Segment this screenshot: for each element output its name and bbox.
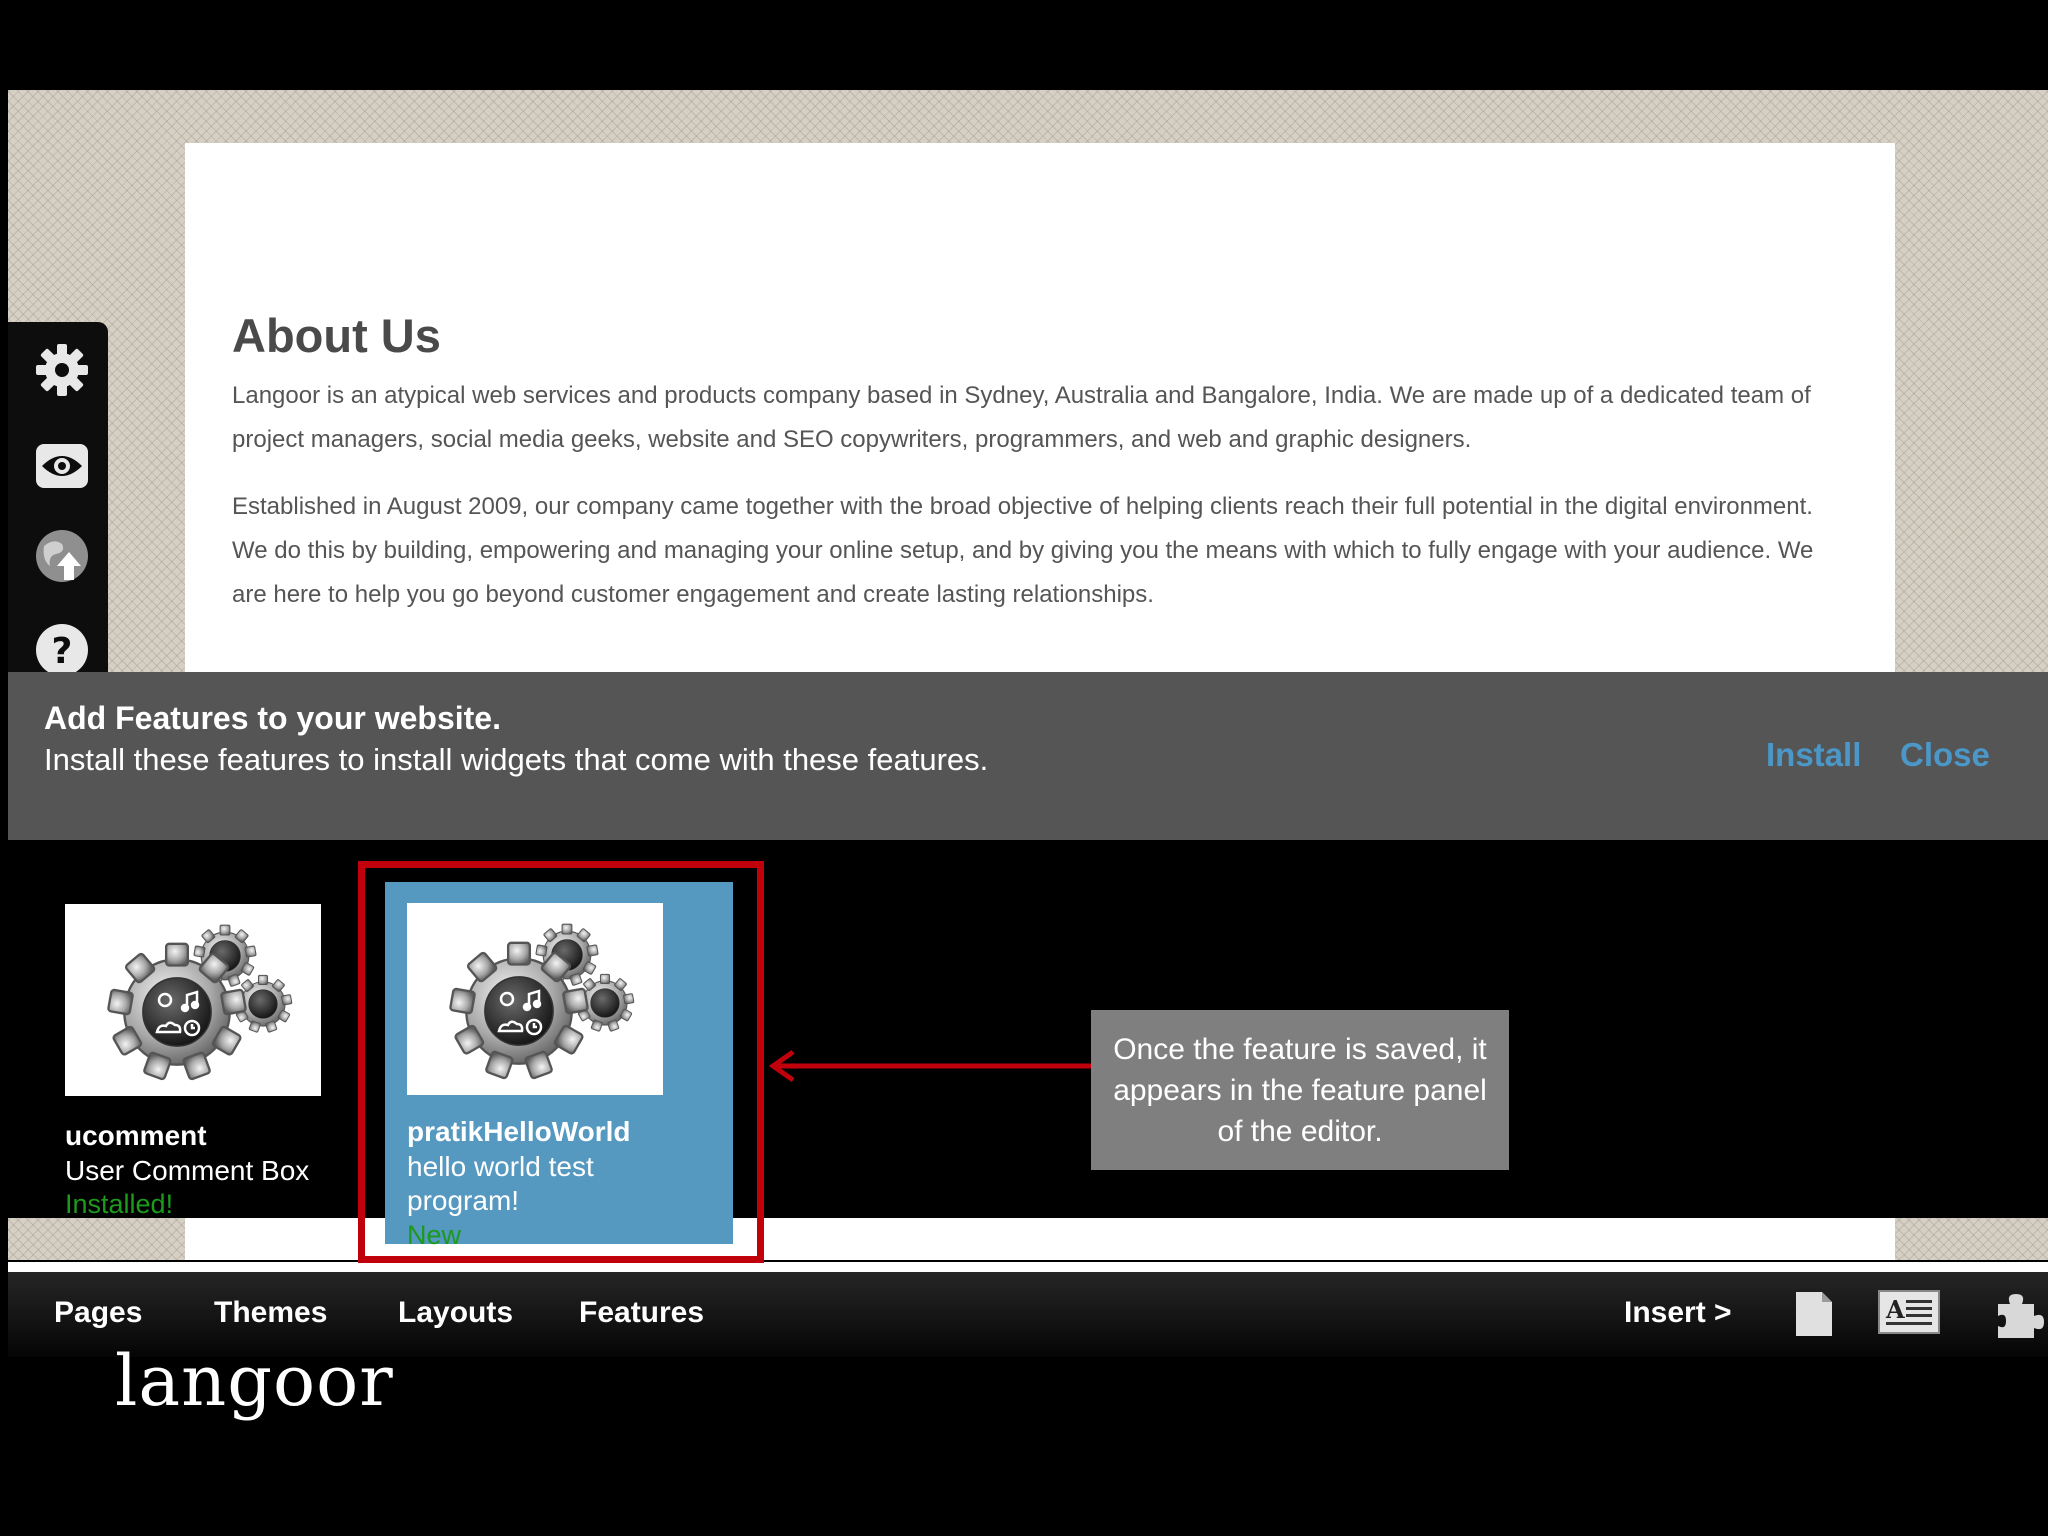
feature-thumbnail: [65, 904, 321, 1096]
arrow-left-icon: [768, 1049, 1095, 1083]
callout-text: Once the feature is saved, it appears in…: [1113, 1032, 1487, 1148]
insert-menu[interactable]: Insert >: [1624, 1296, 1732, 1330]
text-block-icon[interactable]: A: [1878, 1290, 1940, 1334]
history-paragraph: Established in August 2009, our company …: [232, 493, 1814, 608]
nav-features[interactable]: Features: [579, 1296, 704, 1330]
langoor-logo: langoor: [115, 1340, 394, 1422]
feature-status: Installed!: [65, 1189, 174, 1219]
intro-paragraph: Langoor is an atypical web services and …: [232, 382, 1811, 453]
close-button[interactable]: Close: [1900, 736, 1990, 774]
feature-description: User Comment Box: [65, 1155, 310, 1186]
nav-layouts[interactable]: Layouts: [398, 1296, 513, 1330]
page-icon[interactable]: [1794, 1290, 1834, 1338]
banner-title: Add Features to your website.: [44, 700, 501, 736]
svg-text:A: A: [1885, 1295, 1905, 1324]
gears-icon: [65, 904, 321, 1096]
page-heading: About Us: [232, 309, 441, 362]
callout-box: Once the feature is saved, it appears in…: [1091, 1010, 1509, 1170]
gear-icon[interactable]: [34, 342, 90, 398]
install-button[interactable]: Install: [1766, 736, 1861, 774]
banner-subtitle: Install these features to install widget…: [44, 742, 989, 777]
svg-text:?: ?: [52, 631, 73, 672]
eye-icon[interactable]: [34, 438, 90, 494]
divider: [8, 1262, 2048, 1272]
nav-themes[interactable]: Themes: [214, 1296, 327, 1330]
left-toolbar: ?: [8, 322, 108, 682]
puzzle-icon[interactable]: [1994, 1290, 2044, 1340]
feature-name: ucomment: [65, 1120, 207, 1151]
nav-pages[interactable]: Pages: [54, 1296, 142, 1330]
help-icon[interactable]: ?: [34, 622, 90, 678]
globe-upload-icon[interactable]: [34, 528, 90, 584]
features-banner: Add Features to your website. Install th…: [8, 672, 2048, 840]
highlight-frame: [358, 861, 764, 1263]
